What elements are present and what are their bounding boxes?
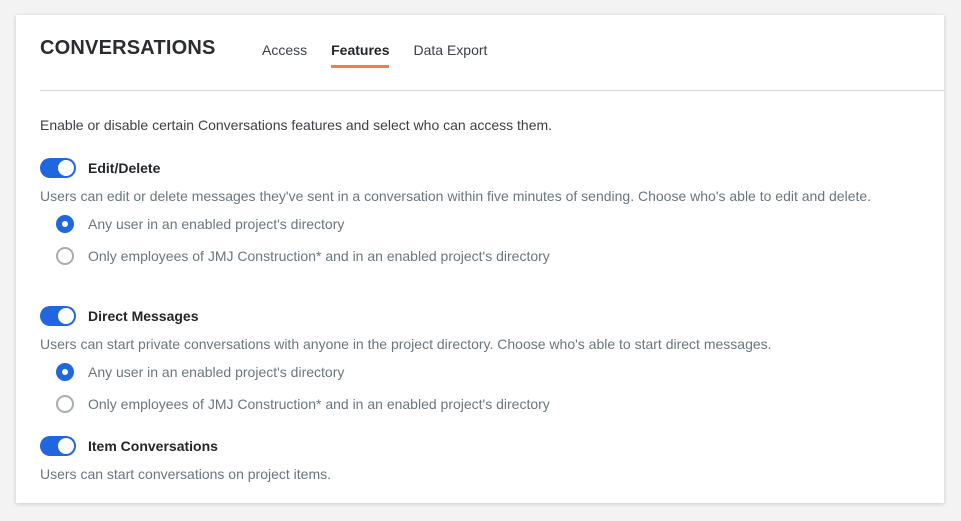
feature-title: Edit/Delete bbox=[88, 160, 161, 176]
tab-features[interactable]: Features bbox=[331, 42, 390, 68]
option-employees-only[interactable]: Only employees of JMJ Construction* and … bbox=[56, 240, 920, 272]
settings-card: CONVERSATIONS Access Features Data Expor… bbox=[16, 15, 944, 503]
intro-text: Enable or disable certain Conversations … bbox=[40, 117, 553, 133]
tab-bar: Access Features Data Export bbox=[262, 42, 511, 68]
feature-title: Direct Messages bbox=[88, 308, 199, 324]
toggle-knob bbox=[58, 160, 74, 176]
option-any-user[interactable]: Any user in an enabled project's directo… bbox=[56, 208, 920, 240]
feature-description: Users can start conversations on project… bbox=[40, 466, 332, 482]
radio-selected[interactable] bbox=[56, 215, 74, 233]
option-group: Any user in an enabled project's directo… bbox=[56, 208, 920, 272]
toggle-knob bbox=[58, 438, 74, 454]
toggle-knob bbox=[58, 308, 74, 324]
feature-item-conversations: Item Conversations Users can start conve… bbox=[40, 436, 920, 484]
feature-description: Users can start private conversations wi… bbox=[40, 336, 772, 352]
tab-data-export[interactable]: Data Export bbox=[413, 42, 487, 68]
option-label: Only employees of JMJ Construction* and … bbox=[88, 248, 550, 264]
radio-unselected[interactable] bbox=[56, 395, 74, 413]
option-group: Any user in an enabled project's directo… bbox=[56, 356, 920, 420]
option-label: Only employees of JMJ Construction* and … bbox=[88, 396, 550, 412]
radio-unselected[interactable] bbox=[56, 247, 74, 265]
feature-edit-delete: Edit/Delete Users can edit or delete mes… bbox=[40, 158, 920, 272]
option-label: Any user in an enabled project's directo… bbox=[88, 216, 345, 232]
tab-access[interactable]: Access bbox=[262, 42, 307, 68]
option-any-user[interactable]: Any user in an enabled project's directo… bbox=[56, 356, 920, 388]
feature-direct-messages: Direct Messages Users can start private … bbox=[40, 306, 920, 420]
option-label: Any user in an enabled project's directo… bbox=[88, 364, 345, 380]
item-conversations-toggle[interactable] bbox=[40, 436, 76, 456]
feature-title: Item Conversations bbox=[88, 438, 218, 454]
feature-description: Users can edit or delete messages they'v… bbox=[40, 188, 872, 204]
direct-messages-toggle[interactable] bbox=[40, 306, 76, 326]
radio-selected[interactable] bbox=[56, 363, 74, 381]
page-header: CONVERSATIONS Access Features Data Expor… bbox=[40, 15, 944, 91]
page-title: CONVERSATIONS bbox=[40, 37, 216, 59]
edit-delete-toggle[interactable] bbox=[40, 158, 76, 178]
option-employees-only[interactable]: Only employees of JMJ Construction* and … bbox=[56, 388, 920, 420]
